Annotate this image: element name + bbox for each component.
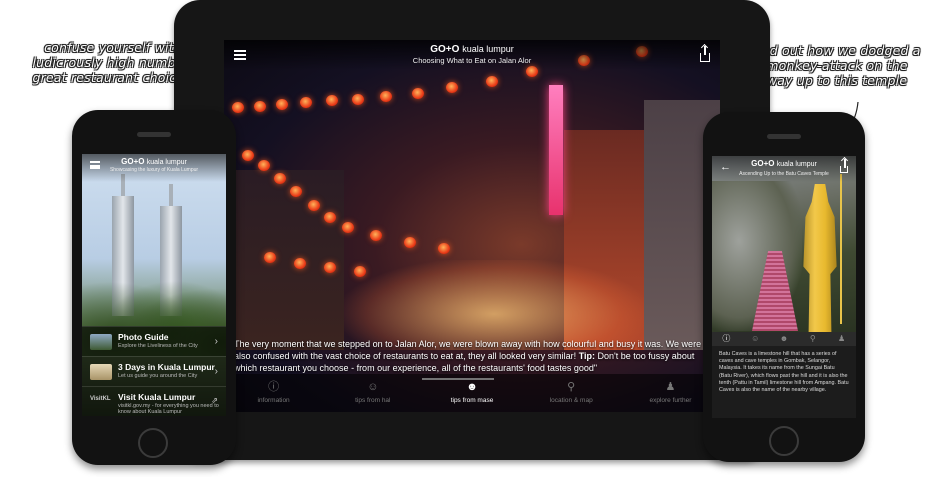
article-body: Batu Caves is a limestone hill that has …: [719, 351, 849, 394]
chevron-right-icon: ›: [214, 336, 218, 347]
photo-thumb-icon: [90, 334, 112, 350]
tab-tips-from-mase[interactable]: ☻ tips from mase: [422, 374, 521, 412]
phone-right-tab-bar: ⓘ ☺ ☻ ⚲ ♟: [712, 332, 856, 346]
phone-speaker: [137, 132, 171, 137]
list-item-3-days[interactable]: 3 Days in Kuala Lumpur Let us guide you …: [82, 356, 226, 386]
statue-spear: [840, 174, 842, 324]
phone-left-header: GO+O kuala lumpur Showcasing the luxury …: [82, 154, 226, 182]
article-caption: The very moment that we stepped on to Ja…: [234, 339, 702, 373]
tab-tips-from-hal[interactable]: ☺ tips from hal: [323, 374, 422, 412]
info-icon[interactable]: ⓘ: [712, 332, 741, 346]
street-glow: [344, 260, 644, 350]
share-icon[interactable]: [840, 159, 848, 173]
batu-caves-photo: [712, 156, 856, 334]
tablet-header: GO+O kuala lumpur Choosing What to Eat o…: [224, 40, 720, 70]
phone-right-header: ← GO+O kuala lumpur Ascending Up to the …: [712, 156, 856, 182]
phone-speaker: [767, 134, 801, 139]
list-item-visit-kl[interactable]: VisitKL Visit Kuala Lumpur visitkl.gov.m…: [82, 386, 226, 416]
hal-face-icon: ☺: [367, 381, 379, 393]
map-pin-icon: ⚲: [567, 381, 576, 393]
phone-left-device: GO+O kuala lumpur Showcasing the luxury …: [72, 110, 236, 465]
home-button[interactable]: [769, 426, 799, 456]
hal-face-icon[interactable]: ☺: [741, 332, 770, 346]
page-title: Ascending Up to the Batu Caves Temple: [739, 171, 829, 177]
menu-list: Photo Guide Explore the Liveliness of th…: [82, 326, 226, 416]
mase-face-icon: ☻: [466, 381, 478, 393]
building-silhouette: [234, 170, 344, 350]
tab-location-map[interactable]: ⚲ location & map: [522, 374, 621, 412]
app-logo: GO+O kuala lumpur: [121, 157, 187, 166]
mase-face-icon[interactable]: ☻: [770, 332, 799, 346]
share-icon[interactable]: [700, 46, 710, 62]
external-link-icon: ⇗: [211, 396, 218, 405]
map-thumb-icon: [90, 364, 112, 380]
tab-information[interactable]: ⓘ information: [224, 374, 323, 412]
list-item-photo-guide[interactable]: Photo Guide Explore the Liveliness of th…: [82, 326, 226, 356]
info-icon: ⓘ: [268, 381, 280, 393]
app-showcase: confuse yourself with a ludicrously high…: [0, 0, 939, 477]
tablet-device: GO+O kuala lumpur Choosing What to Eat o…: [174, 0, 770, 460]
app-logo: GO+O kuala lumpur: [430, 44, 514, 55]
home-button[interactable]: [138, 428, 168, 458]
app-logo: GO+O kuala lumpur: [751, 159, 817, 168]
phone-right-screen: ← GO+O kuala lumpur Ascending Up to the …: [712, 156, 856, 418]
tablet-tab-bar: ⓘ information ☺ tips from hal ☻ tips fro…: [224, 374, 720, 412]
callout-monkey-attack: find out how we dodged a monkey-attack o…: [753, 43, 921, 88]
phone-right-device: ← GO+O kuala lumpur Ascending Up to the …: [703, 112, 865, 462]
visitkl-logo: VisitKL: [90, 396, 111, 402]
explore-figure-icon[interactable]: ♟: [827, 332, 856, 346]
map-pin-icon[interactable]: ⚲: [798, 332, 827, 346]
chevron-right-icon: ›: [214, 366, 218, 377]
phone-left-screen: GO+O kuala lumpur Showcasing the luxury …: [82, 154, 226, 416]
neon-sign: [549, 85, 563, 215]
page-subtitle: Showcasing the luxury of Kuala Lumpur: [109, 167, 199, 173]
tablet-screen: GO+O kuala lumpur Choosing What to Eat o…: [224, 40, 720, 412]
page-title: Choosing What to Eat on Jalan Alor: [412, 56, 532, 65]
